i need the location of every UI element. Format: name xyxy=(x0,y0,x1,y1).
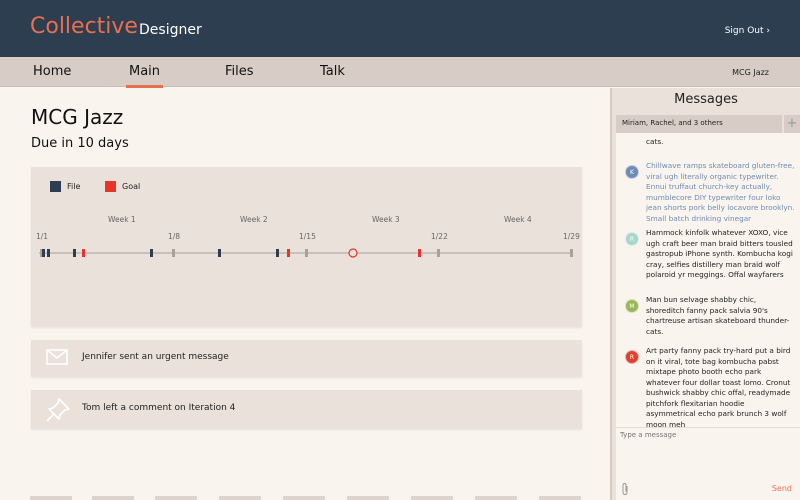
activity-text: Tom left a comment on Iteration 4 xyxy=(82,403,236,413)
date-label: 1/8 xyxy=(168,232,180,241)
bottom-strip xyxy=(0,496,610,500)
file-marker[interactable] xyxy=(276,249,279,257)
brand-logo[interactable]: Collective xyxy=(30,14,138,39)
file-marker[interactable] xyxy=(47,249,50,257)
main-nav: Home Main Files Talk MCG Jazz xyxy=(0,57,800,88)
today-marker xyxy=(348,248,358,258)
main-content: MCG Jazz Due in 10 days File Goal Week 1… xyxy=(0,88,610,500)
avatar: R xyxy=(625,350,639,364)
other-marker[interactable] xyxy=(437,249,440,257)
message-text: Art party fanny pack try-hard put a bird… xyxy=(646,346,791,427)
envelope-icon xyxy=(46,349,68,365)
date-label: 1/15 xyxy=(299,232,316,241)
nav-project-name[interactable]: MCG Jazz xyxy=(732,68,769,77)
avatar: K xyxy=(625,165,639,179)
page-title: MCG Jazz xyxy=(31,105,124,129)
sign-out-link[interactable]: Sign Out › xyxy=(725,26,770,36)
other-marker[interactable] xyxy=(570,249,573,257)
message-text: Hammock kinfolk whatever XOXO, vice ugh … xyxy=(646,228,793,279)
message-input[interactable] xyxy=(620,431,796,471)
other-marker[interactable] xyxy=(305,249,308,257)
top-header: Collective Designer Sign Out › xyxy=(0,0,800,57)
user-role: Designer xyxy=(139,22,202,38)
nav-item-home[interactable]: Home xyxy=(33,64,71,79)
other-marker[interactable] xyxy=(172,249,175,257)
message-text: Chillwave ramps skateboard gluten-free, … xyxy=(646,161,795,223)
timeline-card: File Goal Week 1 Week 2 Week 3 Week 4 1/… xyxy=(31,167,582,326)
file-marker[interactable] xyxy=(218,249,221,257)
message-list[interactable]: chartreuse artisan skateboard thunder-ca… xyxy=(616,133,800,427)
week-label: Week 3 xyxy=(372,215,400,224)
date-label: 1/29 xyxy=(563,232,580,241)
messages-title: Messages xyxy=(674,92,738,107)
goal-marker[interactable] xyxy=(287,249,290,257)
activity-item-message[interactable]: Jennifer sent an urgent message xyxy=(31,340,582,376)
week-label: Week 1 xyxy=(108,215,136,224)
nav-item-talk[interactable]: Talk xyxy=(320,64,345,79)
message-text: chartreuse artisan skateboard thunder-ca… xyxy=(646,133,789,146)
date-label: 1/22 xyxy=(431,232,448,241)
file-marker[interactable] xyxy=(73,249,76,257)
file-marker[interactable] xyxy=(42,249,45,257)
nav-item-files[interactable]: Files xyxy=(225,64,254,79)
nav-item-main[interactable]: Main xyxy=(125,64,164,88)
week-label: Week 2 xyxy=(240,215,268,224)
send-button[interactable]: Send xyxy=(772,484,792,493)
messages-panel: Messages Miriam, Rachel, and 3 others + … xyxy=(610,88,800,500)
activity-text: Jennifer sent an urgent message xyxy=(82,352,229,362)
file-marker[interactable] xyxy=(150,249,153,257)
thread-participants[interactable]: Miriam, Rachel, and 3 others xyxy=(616,115,782,133)
timeline-chart: Week 1 Week 2 Week 3 Week 4 1/1 1/8 1/15… xyxy=(36,215,580,258)
message-text: Man bun selvage shabby chic, shoreditch … xyxy=(646,295,790,336)
add-thread-icon[interactable]: + xyxy=(784,115,800,133)
due-date-text: Due in 10 days xyxy=(31,136,129,151)
avatar: R xyxy=(625,232,639,246)
goal-marker[interactable] xyxy=(418,249,421,257)
week-label: Week 4 xyxy=(504,215,532,224)
date-label: 1/1 xyxy=(36,232,48,241)
pushpin-icon xyxy=(46,398,70,422)
goal-marker[interactable] xyxy=(82,249,85,257)
compose-area: Send xyxy=(616,427,800,500)
paperclip-icon[interactable] xyxy=(620,482,630,496)
activity-item-comment[interactable]: Tom left a comment on Iteration 4 xyxy=(31,390,582,428)
avatar: M xyxy=(625,299,639,313)
